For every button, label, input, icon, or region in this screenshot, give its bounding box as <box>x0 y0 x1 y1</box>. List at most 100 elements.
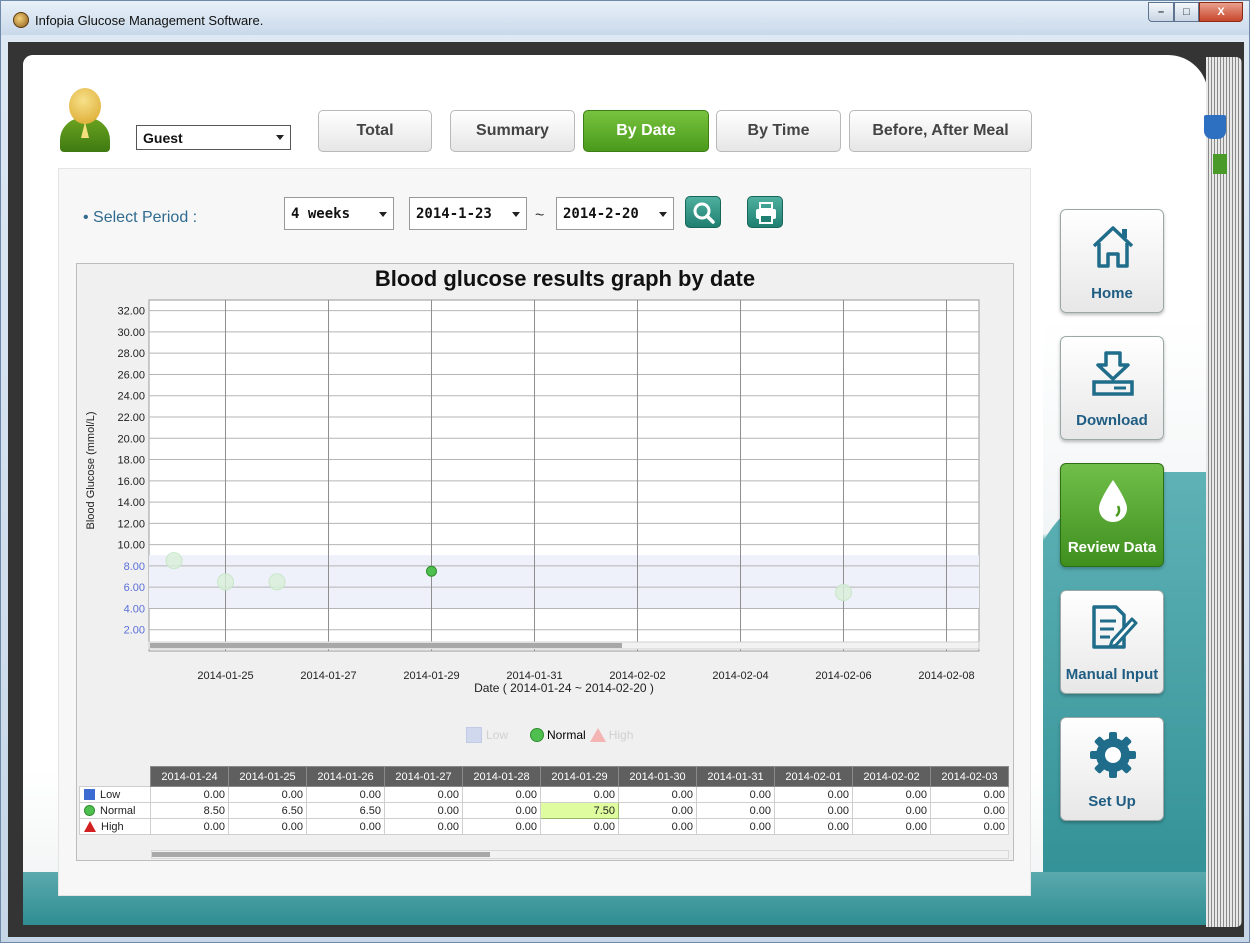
table-cell[interactable]: 0.00 <box>384 802 463 819</box>
y-tick-label: 20.00 <box>117 433 145 445</box>
table-cell[interactable]: 0.00 <box>306 786 385 803</box>
legend-low[interactable]: Low <box>466 727 508 743</box>
edit-icon <box>1092 605 1138 649</box>
table-cell[interactable]: 0.00 <box>384 818 463 835</box>
table-cell[interactable]: 0.00 <box>852 818 931 835</box>
close-button[interactable]: X <box>1199 2 1243 22</box>
sidebar-review-data-button[interactable]: Review Data <box>1060 463 1164 567</box>
table-cell[interactable]: 0.00 <box>540 786 619 803</box>
table-cell[interactable]: 0.00 <box>774 802 853 819</box>
period-range-select[interactable]: 4 weeks <box>284 197 394 230</box>
table-cell[interactable]: 0.00 <box>150 818 229 835</box>
y-tick-label: 14.00 <box>117 497 145 509</box>
sidebar-download-button[interactable]: Download <box>1060 336 1164 440</box>
table-cell[interactable]: 0.00 <box>930 802 1009 819</box>
sidebar-manual-input-label: Manual Input <box>1065 666 1159 683</box>
user-select[interactable]: Guest <box>136 125 291 150</box>
table-row-low: Low 0.00 0.00 0.00 0.00 0.00 0.00 0.00 0… <box>79 786 1009 803</box>
column-header[interactable]: 2014-01-31 <box>696 766 775 787</box>
table-cell[interactable]: 8.50 <box>150 802 229 819</box>
search-button[interactable] <box>685 196 721 228</box>
triangle-icon <box>589 728 606 742</box>
legend-high[interactable]: High <box>589 728 633 742</box>
results-table: 2014-01-24 2014-01-25 2014-01-26 2014-01… <box>79 766 1009 835</box>
table-cell[interactable]: 0.00 <box>852 802 931 819</box>
data-point <box>217 573 234 591</box>
start-date-select[interactable]: 2014-1-23 <box>409 197 527 230</box>
table-cell[interactable]: 0.00 <box>930 786 1009 803</box>
y-tick-label: 4.00 <box>124 603 145 615</box>
drop-icon <box>1099 480 1127 522</box>
column-header[interactable]: 2014-02-02 <box>852 766 931 787</box>
user-select-value: Guest <box>143 130 183 146</box>
tab-before-after-meal[interactable]: Before, After Meal <box>849 110 1032 152</box>
table-cell[interactable]: 0.00 <box>852 786 931 803</box>
table-cell[interactable]: 0.00 <box>774 818 853 835</box>
column-header[interactable]: 2014-01-24 <box>150 766 229 787</box>
table-cell[interactable]: 0.00 <box>618 786 697 803</box>
print-button[interactable] <box>747 196 783 228</box>
tab-summary[interactable]: Summary <box>450 110 575 152</box>
scrollbar-thumb[interactable] <box>152 852 490 857</box>
bookmark-ribbon <box>1213 154 1227 174</box>
circle-icon <box>84 804 95 816</box>
chart-scrollbar-thumb <box>150 643 622 648</box>
table-cell[interactable]: 0.00 <box>228 818 307 835</box>
table-cell[interactable]: 0.00 <box>618 802 697 819</box>
sidebar-review-data-label: Review Data <box>1067 539 1157 556</box>
chevron-down-icon <box>512 212 520 217</box>
y-tick-label: 6.00 <box>124 582 145 594</box>
column-header[interactable]: 2014-01-30 <box>618 766 697 787</box>
x-tick-label: 2014-01-27 <box>300 670 356 682</box>
column-header[interactable]: 2014-01-29 <box>540 766 619 787</box>
table-cell[interactable]: 0.00 <box>228 786 307 803</box>
table-cell[interactable]: 0.00 <box>696 786 775 803</box>
column-header[interactable]: 2014-01-26 <box>306 766 385 787</box>
table-cell[interactable]: 0.00 <box>774 786 853 803</box>
table-header-row: 2014-01-24 2014-01-25 2014-01-26 2014-01… <box>79 766 1009 787</box>
column-header[interactable]: 2014-02-01 <box>774 766 853 787</box>
title-bar: Infopia Glucose Management Software. – □… <box>1 1 1249 35</box>
bookmark-ribbon <box>1204 115 1226 139</box>
table-cell[interactable]: 0.00 <box>618 818 697 835</box>
table-cell[interactable]: 0.00 <box>384 786 463 803</box>
y-tick-label: 18.00 <box>117 455 145 467</box>
chart-legend: Low Normal High <box>466 727 637 743</box>
table-cell[interactable]: 0.00 <box>150 786 229 803</box>
table-cell[interactable]: 0.00 <box>540 818 619 835</box>
sidebar-home-button[interactable]: Home <box>1060 209 1164 313</box>
tab-total[interactable]: Total <box>318 110 432 152</box>
table-cell[interactable]: 0.00 <box>696 818 775 835</box>
table-cell[interactable]: 6.50 <box>306 802 385 819</box>
search-icon <box>693 202 715 224</box>
table-cell[interactable]: 0.00 <box>696 802 775 819</box>
table-cell[interactable]: 0.00 <box>462 818 541 835</box>
sidebar-set-up-label: Set Up <box>1088 793 1136 810</box>
column-header[interactable]: 2014-01-28 <box>462 766 541 787</box>
table-horizontal-scrollbar[interactable] <box>151 850 1009 859</box>
home-icon <box>1092 226 1134 268</box>
table-row-normal: Normal 8.50 6.50 6.50 0.00 0.00 7.50 0.0… <box>79 802 1009 819</box>
tab-by-date[interactable]: By Date <box>583 110 709 152</box>
table-cell-selected[interactable]: 7.50 <box>540 802 619 819</box>
table-cell[interactable]: 0.00 <box>930 818 1009 835</box>
tab-by-time[interactable]: By Time <box>716 110 841 152</box>
table-cell[interactable]: 6.50 <box>228 802 307 819</box>
y-tick-label: 16.00 <box>117 476 145 488</box>
data-point <box>835 584 852 601</box>
user-avatar <box>60 88 110 152</box>
table-cell[interactable]: 0.00 <box>306 818 385 835</box>
legend-normal[interactable]: Normal <box>530 728 586 742</box>
column-header[interactable]: 2014-01-25 <box>228 766 307 787</box>
column-header[interactable]: 2014-02-03 <box>930 766 1009 787</box>
table-cell[interactable]: 0.00 <box>462 802 541 819</box>
chevron-down-icon <box>379 212 387 217</box>
maximize-button[interactable]: □ <box>1174 2 1199 22</box>
sidebar-manual-input-button[interactable]: Manual Input <box>1060 590 1164 694</box>
end-date-select[interactable]: 2014-2-20 <box>556 197 674 230</box>
minimize-button[interactable]: – <box>1148 2 1174 22</box>
sidebar-set-up-button[interactable]: Set Up <box>1060 717 1164 821</box>
column-header[interactable]: 2014-01-27 <box>384 766 463 787</box>
circle-icon <box>530 728 545 742</box>
table-cell[interactable]: 0.00 <box>462 786 541 803</box>
